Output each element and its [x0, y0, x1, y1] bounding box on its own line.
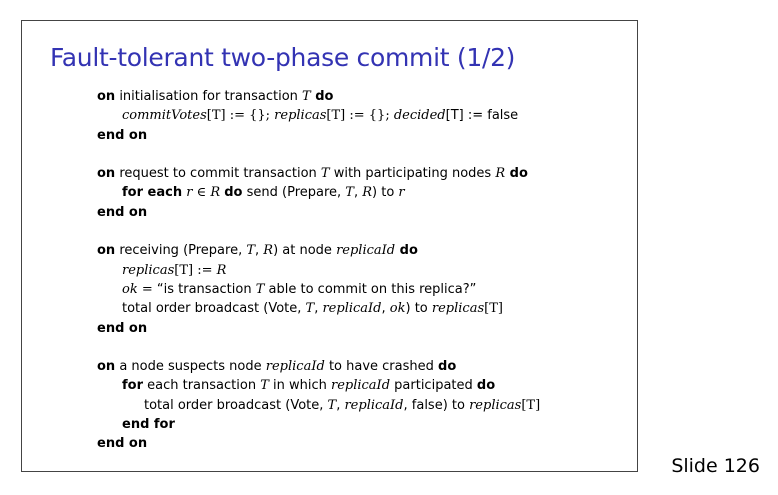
- keyword: on: [97, 89, 116, 104]
- code-var: R: [495, 166, 506, 182]
- code-var: replicas: [122, 262, 175, 278]
- code-text: send (Prepare,: [242, 185, 346, 201]
- code-line: end on: [97, 203, 540, 222]
- keyword: do: [310, 89, 334, 104]
- code-var: replicaId: [330, 378, 391, 394]
- code-text: request to commit transaction: [115, 166, 321, 182]
- keyword: on: [97, 243, 116, 259]
- code-var: replicaId: [344, 397, 404, 413]
- keyword: do: [476, 378, 496, 394]
- code-line: for each transaction T in which replicaI…: [97, 376, 540, 395]
- keyword: do: [505, 166, 528, 182]
- code-line: total order broadcast (Vote, T, replicaI…: [97, 299, 540, 318]
- code-text: ) to: [372, 185, 399, 201]
- code-line: on request to commit transaction T with …: [97, 164, 540, 183]
- keyword: on: [97, 166, 116, 182]
- code-var: replicas: [469, 397, 522, 413]
- code-text: [T]: [484, 301, 503, 317]
- code-var: decided: [393, 108, 446, 124]
- code-text: each transaction: [143, 378, 261, 394]
- code-var: replicas: [431, 301, 485, 317]
- code-line: on receiving (Prepare, T, R) at node rep…: [97, 241, 540, 260]
- code-text: initialisation for transaction: [115, 89, 303, 104]
- keyword: do: [224, 185, 243, 201]
- code-text: ) to: [405, 301, 432, 317]
- code-var: replicaId: [322, 301, 382, 317]
- code-line: end on: [97, 434, 540, 453]
- slide-title: Fault-tolerant two-phase commit (1/2): [50, 43, 516, 72]
- code-text: , false) to: [403, 397, 470, 413]
- code-var: T: [345, 185, 354, 201]
- code-var: r: [398, 185, 405, 201]
- code-text: receiving (Prepare,: [115, 243, 247, 259]
- code-text: [T] :=: [174, 262, 217, 278]
- code-line: on a node suspects node replicaId to hav…: [97, 357, 540, 376]
- code-var: R: [263, 243, 274, 259]
- code-var: commitVotes: [122, 108, 207, 124]
- keyword: end on: [97, 320, 148, 336]
- code-var: T: [327, 397, 337, 413]
- code-text: total order broadcast (Vote,: [144, 397, 328, 413]
- code-var: T: [302, 89, 311, 104]
- code-var: R: [216, 262, 227, 278]
- code-var: T: [320, 166, 330, 182]
- code-text: a node suspects node: [115, 359, 266, 375]
- code-text: participated: [390, 378, 477, 394]
- code-var: replicaId: [265, 359, 325, 375]
- keyword: end on: [97, 127, 148, 143]
- keyword: end for: [122, 417, 175, 433]
- code-line: end for: [97, 415, 540, 434]
- code-line: end on: [97, 126, 540, 145]
- code-line: ok = “is transaction T able to commit on…: [97, 280, 540, 299]
- code-text: [T] := {};: [326, 108, 394, 124]
- code-var: r ∈ R: [182, 185, 225, 201]
- code-text: [T] := {};: [206, 108, 275, 124]
- code-line: total order broadcast (Vote, T, replicaI…: [97, 396, 540, 415]
- code-line: end on: [97, 319, 540, 338]
- keyword: do: [395, 243, 418, 259]
- code-text: in which: [268, 378, 331, 394]
- code-var: replicaId: [336, 243, 396, 259]
- code-text: ,: [353, 185, 363, 201]
- keyword: for each: [122, 185, 183, 201]
- code-var: T: [260, 378, 269, 394]
- code-var: R: [362, 185, 373, 201]
- code-line: commitVotes[T] := {}; replicas[T] := {};…: [97, 106, 540, 125]
- keyword: end on: [97, 436, 148, 452]
- code-text: total order broadcast (Vote,: [122, 301, 306, 317]
- code-var: replicas: [274, 108, 327, 124]
- code-text: [T] := false: [445, 108, 519, 124]
- slide-number: Slide 126: [671, 455, 760, 477]
- code-line: on initialisation for transaction T do: [97, 87, 540, 106]
- keyword: on: [97, 359, 116, 375]
- code-text: “is transaction: [156, 281, 256, 297]
- keyword: for: [122, 378, 143, 394]
- code-var: ok: [389, 301, 406, 317]
- code-line: for each r ∈ R do send (Prepare, T, R) t…: [97, 183, 540, 202]
- keyword: do: [438, 359, 457, 375]
- code-text: with participating nodes: [329, 166, 496, 182]
- code-text: ,: [381, 301, 390, 317]
- keyword: end on: [97, 204, 148, 220]
- code-text: able to commit on this replica?”: [264, 281, 477, 297]
- code-var: T: [246, 243, 256, 259]
- code-text: ) at node: [273, 243, 337, 259]
- pseudocode: on initialisation for transaction T do c…: [97, 87, 540, 454]
- code-text: to have crashed: [324, 359, 439, 375]
- code-var: ok: [122, 281, 138, 297]
- code-text: =: [137, 281, 157, 297]
- code-var: T: [305, 301, 315, 317]
- code-line: replicas[T] := R: [97, 261, 540, 280]
- code-text: [T]: [521, 397, 541, 413]
- slide-frame: Fault-tolerant two-phase commit (1/2) on…: [21, 20, 638, 472]
